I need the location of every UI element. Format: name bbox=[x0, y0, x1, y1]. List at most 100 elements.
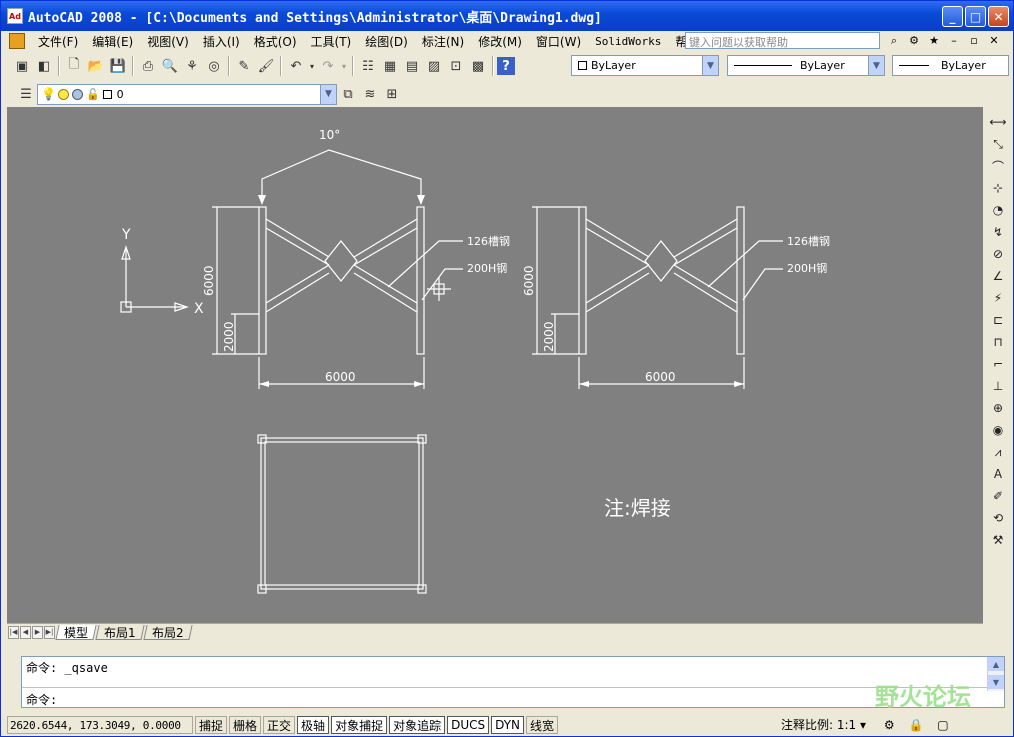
menu-file[interactable]: 文件(F) bbox=[31, 33, 85, 50]
pencil-icon[interactable]: ✎ bbox=[233, 55, 255, 77]
polar-toggle[interactable]: 极轴 bbox=[297, 716, 330, 734]
osnap-toggle[interactable]: 对象捕捉 bbox=[331, 716, 388, 734]
tab-model[interactable]: 模型 bbox=[55, 624, 97, 640]
chevron-down-icon[interactable]: ▾ bbox=[860, 718, 866, 732]
layer-manager-icon[interactable]: ☰ bbox=[15, 83, 37, 105]
maximize-button[interactable]: □ bbox=[965, 6, 986, 27]
dimension-style-icon[interactable]: ⚒ bbox=[988, 529, 1008, 551]
center-mark-icon[interactable]: ⊕ bbox=[988, 397, 1008, 419]
dimension-edit-icon[interactable]: A bbox=[988, 463, 1008, 485]
chevron-down-icon[interactable]: ▼ bbox=[868, 56, 884, 75]
close-button[interactable]: ✕ bbox=[988, 6, 1009, 27]
design-center-icon[interactable]: ▦ bbox=[379, 55, 401, 77]
doc-restore-button[interactable]: ▫ bbox=[965, 32, 983, 49]
autocad-app-icon[interactable]: Ad bbox=[7, 8, 23, 24]
quick-dimension-icon[interactable]: ⚡ bbox=[988, 287, 1008, 309]
chevron-down-icon[interactable]: ▼ bbox=[320, 84, 336, 104]
open-file-icon[interactable]: 📂 bbox=[85, 55, 107, 77]
menu-modify[interactable]: 修改(M) bbox=[471, 33, 529, 50]
linetype-control[interactable]: ByLayer ▼ bbox=[727, 55, 885, 76]
markup-icon[interactable]: ⊡ bbox=[445, 55, 467, 77]
lock-icon[interactable]: 🔒 bbox=[908, 718, 923, 732]
save-icon[interactable]: 💾 bbox=[107, 55, 129, 77]
drawing-canvas[interactable]: 10° 6000 2000 6000 126槽钢 200H钢 6000 2000… bbox=[7, 107, 983, 623]
redo-icon[interactable]: ↷ bbox=[317, 55, 339, 77]
jogged-linear-icon[interactable]: ⩘ bbox=[988, 441, 1008, 463]
ducs-toggle[interactable]: DUCS bbox=[447, 716, 490, 734]
3d-dwf-icon[interactable]: ◎ bbox=[203, 55, 225, 77]
first-tab-icon[interactable]: |◀ bbox=[8, 625, 19, 639]
command-scrollbar[interactable]: ▲ ▼ bbox=[987, 657, 1004, 691]
next-tab-icon[interactable]: ▶ bbox=[32, 625, 43, 639]
publish-icon[interactable]: ⚘ bbox=[181, 55, 203, 77]
scroll-down-icon[interactable]: ▼ bbox=[988, 675, 1004, 689]
help-search-input[interactable]: 键入问题以获取帮助 bbox=[685, 32, 880, 49]
color-control[interactable]: ByLayer ▼ bbox=[571, 55, 719, 76]
dimension-text-edit-icon[interactable]: ✐ bbox=[988, 485, 1008, 507]
calculator-icon[interactable]: ▩ bbox=[467, 55, 489, 77]
tab-layout1[interactable]: 布局1 bbox=[95, 624, 145, 640]
quick-leader-icon[interactable]: ⌐ bbox=[988, 353, 1008, 375]
print-preview-icon[interactable]: 🔍 bbox=[159, 55, 181, 77]
coordinate-readout[interactable]: 2620.6544, 173.3049, 0.0000 bbox=[7, 716, 193, 734]
command-prompt[interactable]: 命令: bbox=[26, 691, 57, 708]
communication-center-icon[interactable]: ⚙ bbox=[905, 32, 923, 49]
undo-dropdown-icon[interactable]: ▾ bbox=[307, 55, 317, 77]
print-icon[interactable]: ⎙ bbox=[137, 55, 159, 77]
grid-toggle[interactable]: 栅格 bbox=[229, 716, 262, 734]
new-file-icon[interactable]: 🗋 bbox=[63, 55, 85, 77]
help-icon[interactable]: ? bbox=[497, 57, 515, 75]
search-icon[interactable]: ⌕ bbox=[885, 32, 903, 49]
lineweight-toggle[interactable]: 线宽 bbox=[526, 716, 559, 734]
tool-palettes-icon[interactable]: ▤ bbox=[401, 55, 423, 77]
annotation-visibility-icon[interactable]: ⚙ bbox=[884, 718, 895, 732]
prev-tab-icon[interactable]: ◀ bbox=[20, 625, 31, 639]
menu-window[interactable]: 窗口(W) bbox=[529, 33, 588, 50]
baseline-dimension-icon[interactable]: ⊏ bbox=[988, 309, 1008, 331]
continue-dimension-icon[interactable]: ⊓ bbox=[988, 331, 1008, 353]
otrack-toggle[interactable]: 对象追踪 bbox=[389, 716, 446, 734]
radius-dimension-icon[interactable]: ◔ bbox=[988, 199, 1008, 221]
command-window[interactable]: 命令: _qsave 命令: ▲ ▼ bbox=[21, 656, 1005, 708]
doc-minimize-button[interactable]: – bbox=[945, 32, 963, 49]
snap-toggle[interactable]: 捕捉 bbox=[195, 716, 228, 734]
linear-dimension-icon[interactable]: ⟷ bbox=[988, 111, 1008, 133]
doc-close-button[interactable]: ✕ bbox=[985, 32, 1003, 49]
redo-dropdown-icon[interactable]: ▾ bbox=[339, 55, 349, 77]
ordinate-dimension-icon[interactable]: ⊹ bbox=[988, 177, 1008, 199]
tolerance-icon[interactable]: ⊥ bbox=[988, 375, 1008, 397]
diameter-dimension-icon[interactable]: ⊘ bbox=[988, 243, 1008, 265]
undo-icon[interactable]: ↶ bbox=[285, 55, 307, 77]
cube-icon[interactable]: ▣ bbox=[11, 55, 33, 77]
arc-length-icon[interactable]: ⌒ bbox=[988, 155, 1008, 177]
match-properties-icon[interactable]: 🖌 bbox=[255, 55, 277, 77]
clean-screen-icon[interactable]: ▢ bbox=[937, 718, 948, 732]
sheet-set-icon[interactable]: ▨ bbox=[423, 55, 445, 77]
favorites-star-icon[interactable]: ★ bbox=[925, 32, 943, 49]
lineweight-control[interactable]: ByLayer bbox=[892, 55, 1009, 76]
layer-control[interactable]: 💡 🔓 0 ▼ bbox=[37, 83, 337, 105]
last-tab-icon[interactable]: ▶| bbox=[44, 625, 55, 639]
menu-format[interactable]: 格式(O) bbox=[247, 33, 304, 50]
menu-view[interactable]: 视图(V) bbox=[140, 33, 196, 50]
inspection-icon[interactable]: ◉ bbox=[988, 419, 1008, 441]
document-icon[interactable] bbox=[9, 33, 25, 49]
menu-solidworks[interactable]: SolidWorks bbox=[588, 35, 668, 48]
chevron-down-icon[interactable]: ▼ bbox=[702, 56, 718, 75]
annotation-scale[interactable]: 注释比例: 1:1 ▾ ⚙ 🔒 ▢ bbox=[781, 716, 949, 733]
dimension-update-icon[interactable]: ⟲ bbox=[988, 507, 1008, 529]
menu-draw[interactable]: 绘图(D) bbox=[358, 33, 415, 50]
menu-tools[interactable]: 工具(T) bbox=[304, 33, 359, 50]
angular-dimension-icon[interactable]: ∠ bbox=[988, 265, 1008, 287]
cube-u-icon[interactable]: ◧ bbox=[33, 55, 55, 77]
menu-dimension[interactable]: 标注(N) bbox=[415, 33, 471, 50]
menu-insert[interactable]: 插入(I) bbox=[196, 33, 247, 50]
layer-previous-icon[interactable]: ≋ bbox=[359, 83, 381, 105]
minimize-button[interactable]: _ bbox=[942, 6, 963, 27]
ortho-toggle[interactable]: 正交 bbox=[263, 716, 296, 734]
jogged-dimension-icon[interactable]: ↯ bbox=[988, 221, 1008, 243]
make-object-layer-current-icon[interactable]: ⧉ bbox=[337, 83, 359, 105]
tab-layout2[interactable]: 布局2 bbox=[143, 624, 192, 640]
menu-edit[interactable]: 编辑(E) bbox=[85, 33, 140, 50]
properties-icon[interactable]: ☷ bbox=[357, 55, 379, 77]
